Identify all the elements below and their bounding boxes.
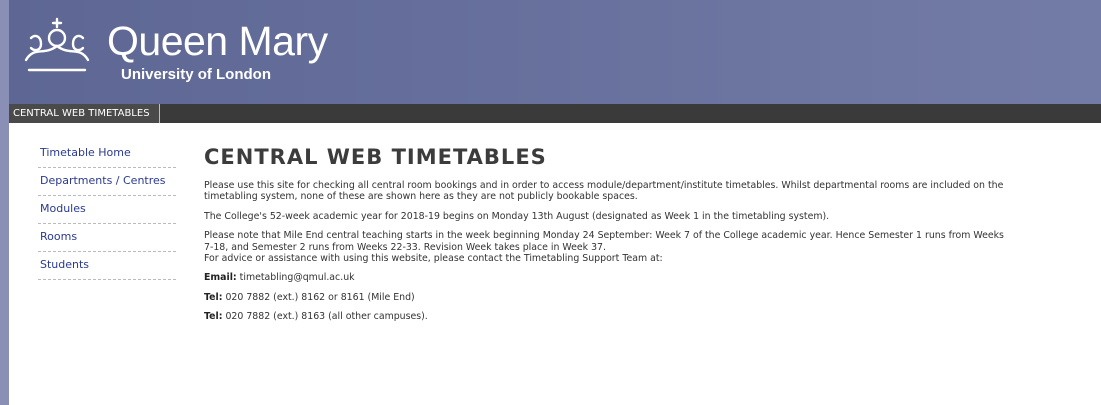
sidebar-nav: Timetable Home Departments / Centres Mod… xyxy=(38,140,176,280)
academic-year-paragraph: The College's 52-week academic year for … xyxy=(204,210,830,222)
email-value: timetabling@qmul.ac.uk xyxy=(239,272,355,284)
main-content: CENTRAL WEB TIMETABLES Please use this s… xyxy=(204,145,1101,331)
teaching-note-line-2: 7-18, and Semester 2 runs from Weeks 22-… xyxy=(204,241,607,253)
site-header: Queen Mary University of London xyxy=(9,0,1101,104)
email-line: Email: timetabling@qmul.ac.uk xyxy=(204,272,1101,283)
logo-name: Queen Mary xyxy=(107,18,328,64)
left-edge-bar xyxy=(0,0,9,405)
contact-intro-line: For advice or assistance with using this… xyxy=(204,253,663,265)
tel-other-value: 020 7882 (ext.) 8163 (all other campuses… xyxy=(225,311,428,323)
intro-line-2: timetabling system, none of these are sh… xyxy=(204,191,638,203)
nav-timetable-home[interactable]: Timetable Home xyxy=(38,140,176,168)
email-label: Email: xyxy=(204,272,237,284)
crown-icon xyxy=(24,17,90,72)
tel-mile-end-value: 020 7882 (ext.) 8162 or 8161 (Mile End) xyxy=(225,291,415,303)
tel-label: Tel: xyxy=(204,311,223,323)
nav-modules[interactable]: Modules xyxy=(38,196,176,224)
tel-other-campuses-line: Tel: 020 7882 (ext.) 8163 (all other cam… xyxy=(204,311,1101,322)
nav-students[interactable]: Students xyxy=(38,252,176,280)
nav-departments-centres[interactable]: Departments / Centres xyxy=(38,168,176,196)
teaching-note-line-1: Please note that Mile End central teachi… xyxy=(204,230,1004,242)
tel-label: Tel: xyxy=(204,291,223,303)
site-title-tab[interactable]: CENTRAL WEB TIMETABLES xyxy=(9,104,160,123)
page-title: CENTRAL WEB TIMETABLES xyxy=(204,145,547,169)
site-title-bar: CENTRAL WEB TIMETABLES xyxy=(9,104,1101,123)
teaching-note-paragraph: Please note that Mile End central teachi… xyxy=(204,230,1101,264)
logo-subtitle: University of London xyxy=(121,66,271,83)
nav-rooms[interactable]: Rooms xyxy=(38,224,176,252)
intro-line-1: Please use this site for checking all ce… xyxy=(204,180,1004,191)
intro-paragraph: Please use this site for checking all ce… xyxy=(204,180,1101,203)
tel-mile-end-line: Tel: 020 7882 (ext.) 8162 or 8161 (Mile … xyxy=(204,292,1101,303)
